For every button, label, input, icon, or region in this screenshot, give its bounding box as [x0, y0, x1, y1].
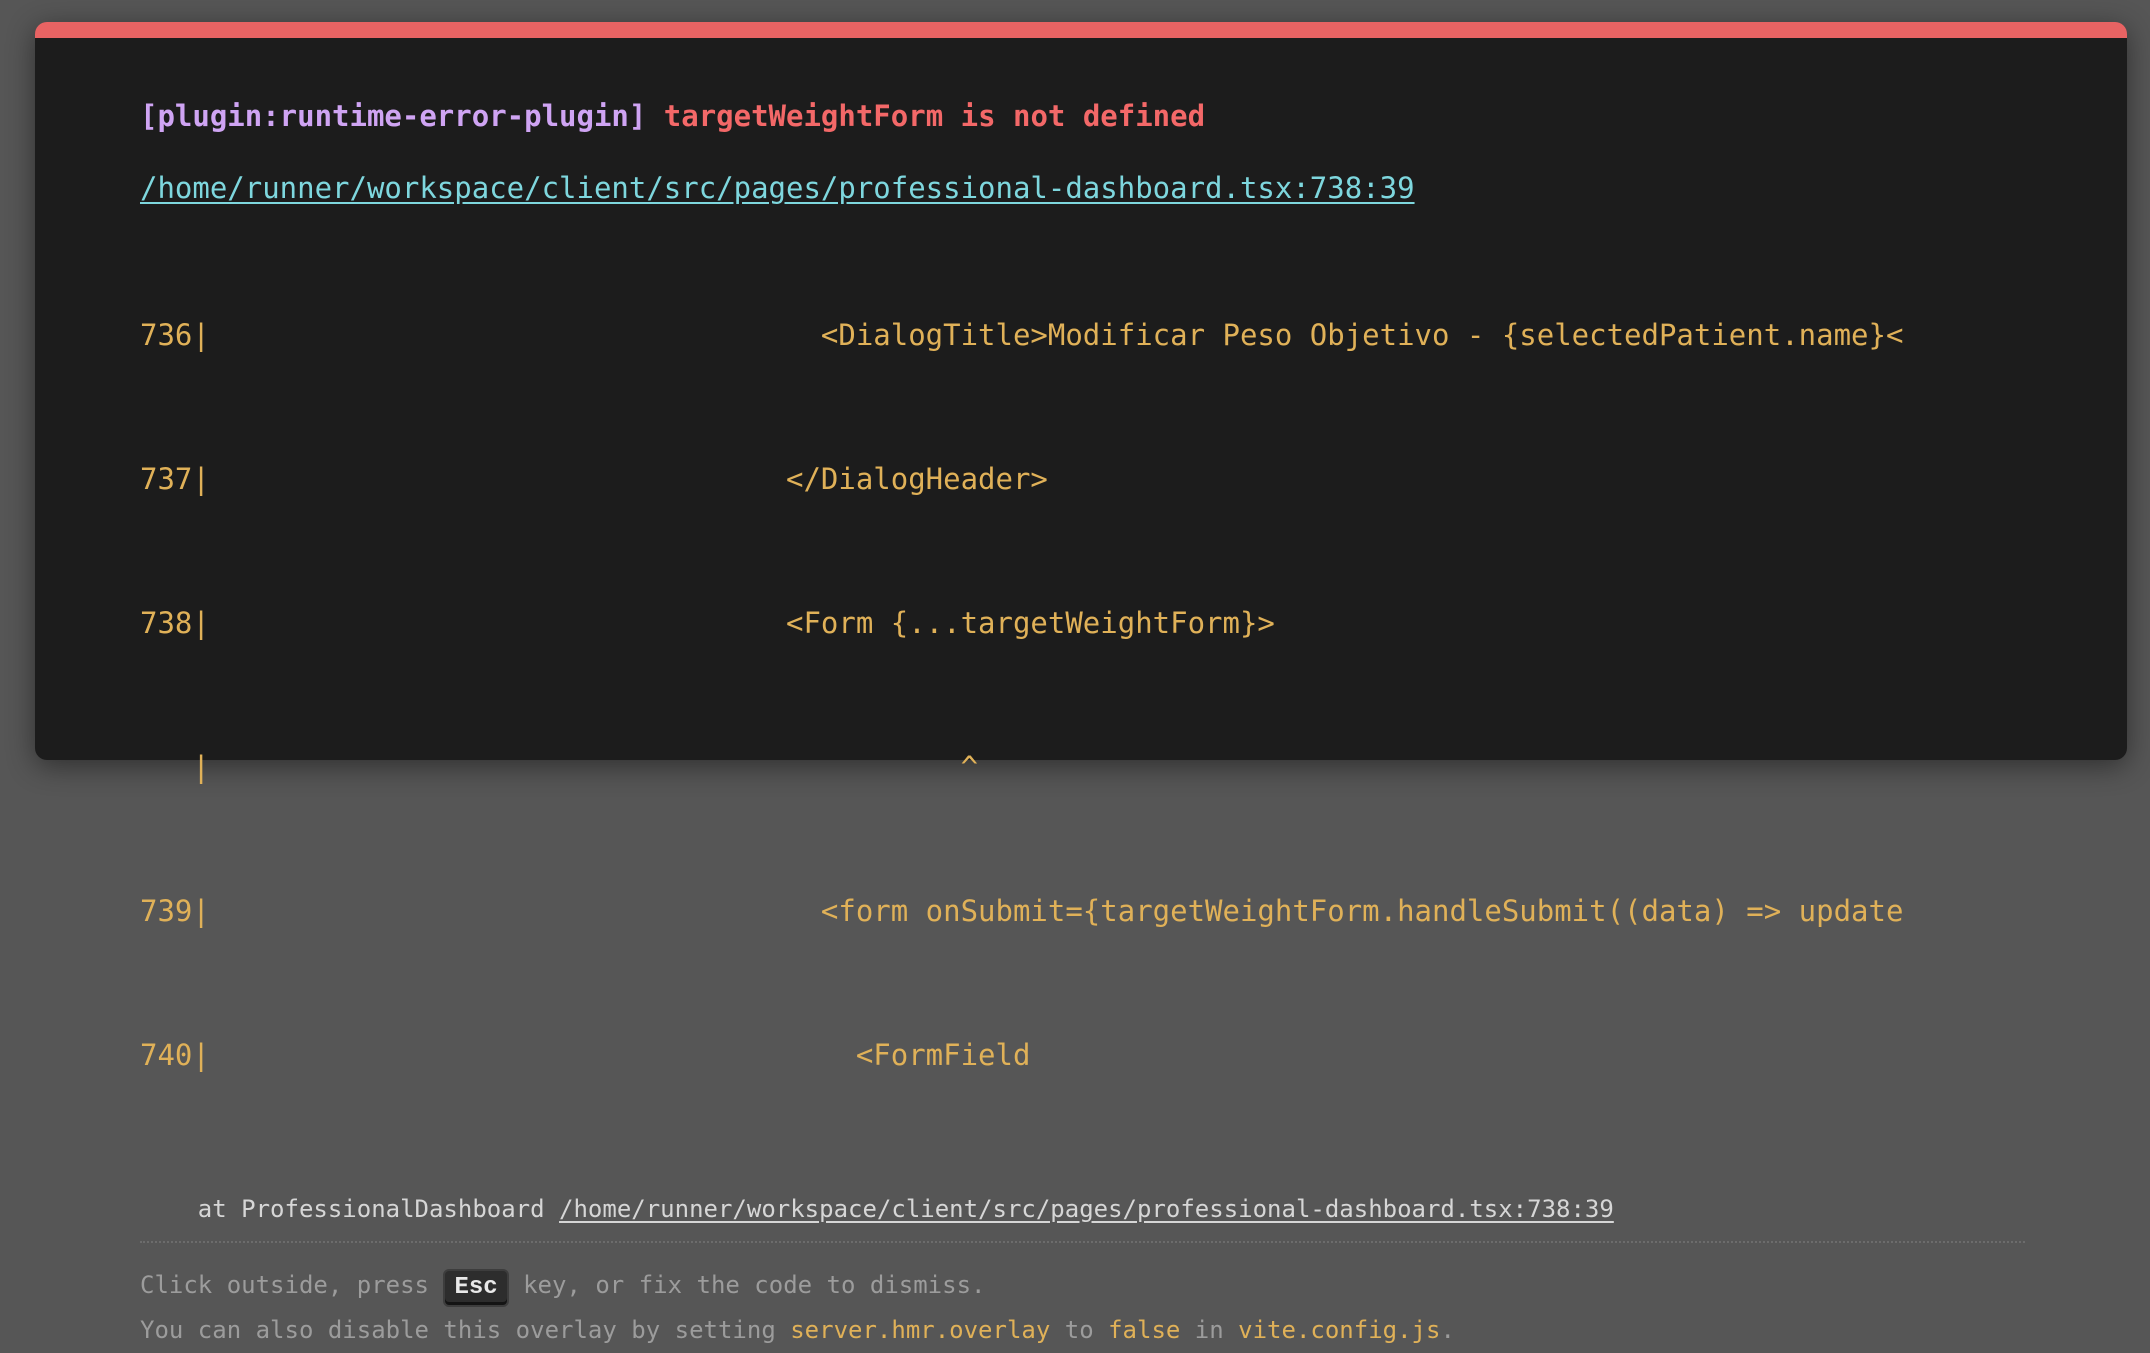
tip-text: in	[1180, 1316, 1239, 1344]
error-file-link[interactable]: /home/runner/workspace/client/src/pages/…	[140, 168, 2025, 208]
config-value-code: false	[1108, 1316, 1181, 1344]
divider	[140, 1241, 2025, 1243]
esc-key-badge: Esc	[443, 1269, 509, 1307]
code-frame-line: 736| <DialogTitle>Modificar Peso Objetiv…	[140, 318, 1904, 352]
tip-text: You can also disable this overlay by set…	[140, 1316, 791, 1344]
error-content: [plugin:runtime-error-plugin] targetWeig…	[140, 96, 2025, 1353]
code-frame-line: 739| <form onSubmit={targetWeightForm.ha…	[140, 894, 1904, 928]
tip-text: Click outside, press	[140, 1271, 444, 1299]
stack-prefix: at ProfessionalDashboard	[140, 1195, 560, 1223]
config-key-code: server.hmr.overlay	[790, 1316, 1051, 1344]
code-frame-caret-line: | ^	[140, 750, 979, 784]
code-frame-line: 738| <Form {...targetWeightForm}>	[140, 606, 1275, 640]
dismiss-tip: Click outside, press Esc key, or fix the…	[140, 1263, 2025, 1353]
code-frame-line: 737| </DialogHeader>	[140, 462, 1048, 496]
stack-trace: at ProfessionalDashboard /home/runner/wo…	[140, 1189, 2025, 1229]
tip-text: to	[1050, 1316, 1109, 1344]
error-text: targetWeightForm is not defined	[663, 99, 1206, 133]
code-frame-line: 740| <FormField	[140, 1038, 1031, 1072]
code-frame: 736| <DialogTitle>Modificar Peso Objetiv…	[140, 215, 2025, 1175]
tip-text: .	[1440, 1316, 1455, 1344]
error-overlay: [plugin:runtime-error-plugin] targetWeig…	[35, 22, 2127, 1344]
stack-file-link[interactable]: /home/runner/workspace/client/src/pages/…	[559, 1195, 1614, 1223]
config-file-code: vite.config.js	[1238, 1316, 1441, 1344]
plugin-name: [plugin:runtime-error-plugin]	[140, 99, 647, 133]
error-message: [plugin:runtime-error-plugin] targetWeig…	[140, 96, 2025, 136]
tip-text: key, or fix the code to dismiss.	[508, 1271, 986, 1299]
